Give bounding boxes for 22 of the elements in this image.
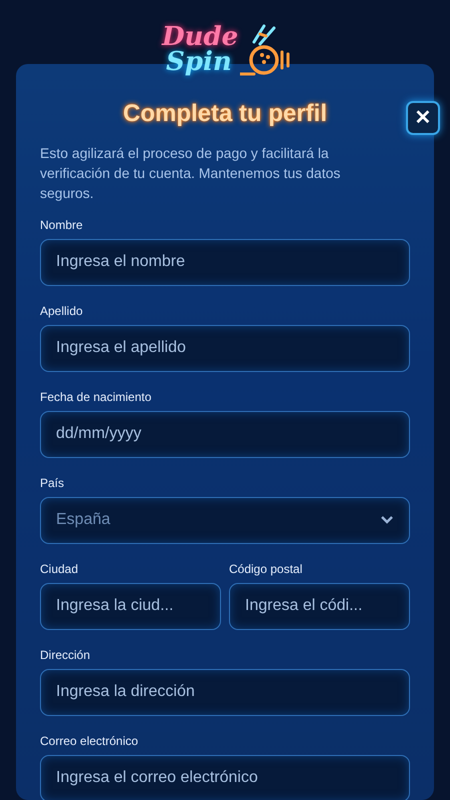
input-field[interactable]: Ingresa la dirección xyxy=(40,668,410,716)
modal-title: Completa tu perfil xyxy=(122,100,328,129)
field-label: Dirección xyxy=(40,648,92,662)
input-field[interactable]: Ingresa el códi... xyxy=(229,582,410,630)
logo-text: Dude xyxy=(162,25,238,50)
field-label: Ciudad xyxy=(40,562,80,576)
field-label: Nombre xyxy=(40,218,84,232)
country-select[interactable]: España xyxy=(40,496,410,544)
field-label: Fecha de nacimiento xyxy=(40,390,152,404)
chevron-down-icon xyxy=(380,515,394,526)
field-label: Código postal xyxy=(229,562,304,576)
input-field[interactable]: Ingresa la ciud... xyxy=(40,582,221,630)
field-label: Correo electrónico xyxy=(40,734,140,748)
description-text: Esto agilizará el proceso de pago y facilitará la verificación de tu cuenta. Mantenemos tus datos seguros. xyxy=(40,144,342,204)
input-field[interactable]: dd/mm/yyyy xyxy=(40,410,410,458)
field-label: País xyxy=(40,476,66,490)
logo-text: Spin xyxy=(166,50,233,75)
input-field[interactable]: Ingresa el nombre xyxy=(40,238,410,286)
close-button[interactable]: ✕ xyxy=(406,101,440,135)
field-label: Apellido xyxy=(40,304,84,318)
input-field[interactable]: Ingresa el correo electrónico xyxy=(40,754,410,800)
input-field[interactable]: Ingresa el apellido xyxy=(40,324,410,372)
